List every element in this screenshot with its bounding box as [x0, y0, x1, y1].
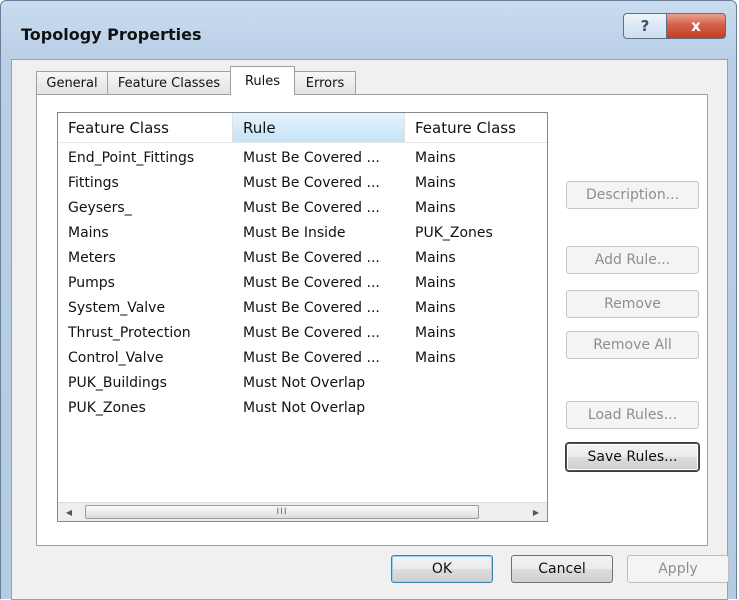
table-row[interactable]: PUK_Zones Must Not Overlap [58, 396, 547, 421]
cell-feature-class: Control_Valve [68, 350, 164, 366]
horizontal-scrollbar[interactable]: ◀ III ▶ [58, 502, 547, 521]
rules-tab-panel: Feature Class Rule Feature Class End_Poi… [36, 94, 708, 546]
cell-rule: Must Be Covered ... [243, 275, 380, 291]
column-header-feature-class[interactable]: Feature Class [58, 113, 233, 142]
scroll-left-arrow-icon[interactable]: ◀ [60, 503, 78, 521]
cell-rule: Must Be Inside [243, 225, 346, 241]
cell-feature-class: Thrust_Protection [68, 325, 191, 341]
remove-all-button[interactable]: Remove All [566, 331, 699, 359]
cell-feature-class: Mains [68, 225, 109, 241]
cell-rule: Must Be Covered ... [243, 200, 380, 216]
cell-rule: Must Be Covered ... [243, 300, 380, 316]
cell-feature-class-2: Mains [415, 175, 456, 191]
cell-feature-class-2: PUK_Zones [415, 225, 493, 241]
cell-feature-class: System_Valve [68, 300, 166, 316]
table-row[interactable]: Control_Valve Must Be Covered ... Mains [58, 346, 547, 371]
cell-feature-class: PUK_Buildings [68, 375, 167, 391]
close-button[interactable]: x [666, 13, 726, 39]
tab-errors[interactable]: Errors [294, 71, 356, 94]
description-button[interactable]: Description... [566, 181, 699, 209]
cell-rule: Must Be Covered ... [243, 250, 380, 266]
table-row[interactable]: Mains Must Be Inside PUK_Zones [58, 221, 547, 246]
table-row[interactable]: Fittings Must Be Covered ... Mains [58, 171, 547, 196]
table-row[interactable]: Pumps Must Be Covered ... Mains [58, 271, 547, 296]
column-header-feature-class-2[interactable]: Feature Class [405, 113, 547, 142]
table-row[interactable]: End_Point_Fittings Must Be Covered ... Mai… [58, 146, 547, 171]
cell-feature-class-2: Mains [415, 150, 456, 166]
cell-rule: Must Be Covered ... [243, 175, 380, 191]
cell-feature-class-2 [405, 371, 547, 396]
tab-rules[interactable]: Rules [230, 66, 295, 95]
cell-rule: Must Not Overlap [243, 400, 366, 416]
topology-properties-window: Topology Properties ? x General Feature … [0, 0, 737, 600]
table-row[interactable]: Thrust_Protection Must Be Covered ... Main… [58, 321, 547, 346]
cell-feature-class-2: Mains [415, 350, 456, 366]
table-row[interactable]: Geysers_ Must Be Covered ... Mains [58, 196, 547, 221]
rules-list-header: Feature Class Rule Feature Class [58, 113, 547, 143]
help-icon: ? [640, 17, 650, 35]
load-rules-button[interactable]: Load Rules... [566, 401, 699, 429]
cell-feature-class: End_Point_Fittings [68, 150, 195, 166]
cell-rule: Must Not Overlap [243, 375, 366, 391]
table-row[interactable]: PUK_Buildings Must Not Overlap [58, 371, 547, 396]
cell-feature-class-2: Mains [415, 250, 456, 266]
cell-feature-class: Geysers_ [68, 200, 132, 216]
column-header-rule[interactable]: Rule [233, 113, 405, 142]
tab-general[interactable]: General [36, 71, 108, 94]
scroll-right-arrow-icon[interactable]: ▶ [527, 503, 545, 521]
cell-rule: Must Be Covered ... [243, 350, 380, 366]
ok-button[interactable]: OK [391, 555, 493, 583]
table-row[interactable]: Meters Must Be Covered ... Mains [58, 246, 547, 271]
cell-feature-class-2: Mains [415, 300, 456, 316]
cell-feature-class: Fittings [68, 175, 119, 191]
apply-button[interactable]: Apply [627, 555, 729, 583]
tab-feature-classes[interactable]: Feature Classes [107, 71, 231, 94]
cell-feature-class-2 [405, 396, 547, 421]
cell-feature-class-2: Mains [415, 200, 456, 216]
rules-list[interactable]: Feature Class Rule Feature Class End_Poi… [57, 112, 548, 522]
cell-feature-class-2: Mains [415, 325, 456, 341]
cell-feature-class-2: Mains [415, 275, 456, 291]
add-rule-button[interactable]: Add Rule... [566, 246, 699, 274]
window-title: Topology Properties [21, 25, 202, 44]
cell-feature-class: Meters [68, 250, 116, 266]
save-rules-button[interactable]: Save Rules... [566, 443, 699, 471]
cancel-button[interactable]: Cancel [511, 555, 613, 583]
scrollbar-thumb[interactable]: III [85, 505, 479, 519]
cell-feature-class: Pumps [68, 275, 115, 291]
help-button[interactable]: ? [623, 13, 667, 39]
close-icon: x [691, 17, 701, 35]
cell-rule: Must Be Covered ... [243, 325, 380, 341]
dialog-client-area: General Feature Classes Rules Errors Fea… [11, 59, 729, 600]
table-row[interactable]: System_Valve Must Be Covered ... Mains [58, 296, 547, 321]
cell-rule: Must Be Covered ... [243, 150, 380, 166]
remove-button[interactable]: Remove [566, 290, 699, 318]
cell-feature-class: PUK_Zones [68, 400, 146, 416]
